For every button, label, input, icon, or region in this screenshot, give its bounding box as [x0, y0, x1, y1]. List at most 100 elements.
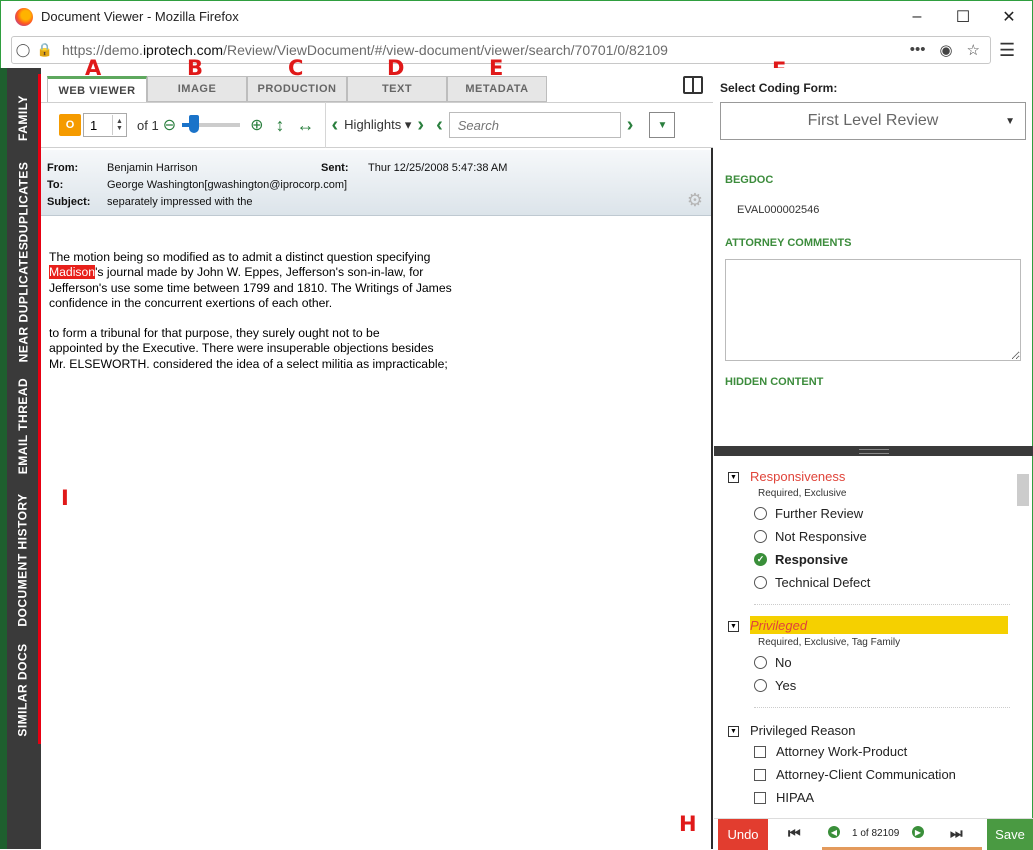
sidebar-item-family[interactable]: FAMILY [8, 78, 38, 158]
hamburger-menu-icon[interactable]: ☰ [999, 40, 1015, 61]
viewer-options-dropdown[interactable]: ▼ [649, 112, 676, 138]
group-divider [754, 604, 1010, 605]
document-viewer: WEB VIEWER IMAGE PRODUCTION TEXT METADAT… [41, 68, 713, 849]
pocket-icon[interactable]: ◉ [939, 41, 952, 59]
checkbox-icon[interactable] [754, 768, 766, 781]
coding-fields: ▼ Responsiveness Required, Exclusive Fur… [714, 456, 1033, 804]
coding-scrollbar[interactable] [1017, 474, 1029, 506]
zoom-in-icon[interactable]: ⊕ [250, 115, 263, 135]
highlight-next-icon[interactable]: › [417, 114, 424, 137]
search-next-icon[interactable]: › [627, 114, 634, 137]
checkmark-icon[interactable]: ✓ [754, 553, 767, 566]
split-layout-icon[interactable] [683, 76, 703, 94]
sidebar-item-email-thread[interactable]: EMAIL THREAD [8, 378, 38, 474]
maximize-button[interactable]: ☐ [940, 1, 986, 33]
highlight-prev-icon[interactable]: ‹ [332, 114, 339, 137]
radio-icon[interactable] [754, 530, 767, 543]
option-attorney-client[interactable]: Attorney-Client Communication [754, 767, 956, 782]
highlights-dropdown[interactable]: Highlights ▾ [344, 117, 411, 133]
radio-icon[interactable] [754, 576, 767, 589]
page-count-label: of 1 [137, 117, 159, 133]
search-input[interactable] [448, 112, 621, 138]
shield-icon[interactable]: ◯ [12, 42, 34, 58]
window-titlebar: Document Viewer - Mozilla Firefox – ☐ ✕ [0, 0, 1033, 32]
attorney-comments-field[interactable] [725, 259, 1021, 361]
option-no[interactable]: No [754, 655, 792, 670]
collapse-responsiveness-icon[interactable]: ▼ [728, 472, 739, 483]
outlook-file-icon: O [59, 114, 81, 136]
annotation-i: I [61, 486, 69, 510]
zoom-out-icon[interactable]: ⊖ [163, 115, 176, 135]
coding-form-select[interactable]: First Level Review ▼ [720, 102, 1026, 140]
radio-icon[interactable] [754, 679, 767, 692]
undo-button[interactable]: Undo [718, 819, 768, 850]
option-responsive[interactable]: ✓ Responsive [754, 552, 848, 567]
annotation-b: B [187, 56, 204, 80]
zoom-slider-thumb[interactable] [188, 115, 199, 133]
email-subject-row: Subject: separately impressed with the [47, 196, 253, 208]
annotation-h: H [679, 812, 697, 836]
responsiveness-sub: Required, Exclusive [758, 488, 847, 499]
doc-position: 1 of 82109 [852, 828, 900, 839]
window-title: Document Viewer - Mozilla Firefox [41, 9, 239, 24]
annotation-d: D [387, 56, 405, 80]
sidebar-item-document-history[interactable]: DOCUMENT HISTORY [8, 492, 38, 628]
sidebar-item-similar-docs[interactable]: SIMILAR DOCS [8, 640, 38, 740]
coding-form-label: Select Coding Form: [720, 81, 838, 95]
option-hipaa[interactable]: HIPAA [754, 790, 814, 804]
viewer-tabs: WEB VIEWER IMAGE PRODUCTION TEXT METADAT… [41, 68, 713, 102]
url-actions: ••• ◉ ☆ [910, 41, 990, 59]
coding-panel: Select Coding Form: First Level Review ▼… [714, 68, 1033, 850]
checkbox-icon[interactable] [754, 791, 766, 804]
page-spinner[interactable]: ▲ ▼ [112, 115, 126, 135]
annotation-e: E [489, 56, 504, 80]
first-doc-icon[interactable]: ⏮ [788, 825, 801, 842]
option-attorney-work-product[interactable]: Attorney Work-Product [754, 744, 907, 759]
sidebar-accent-strip [0, 68, 7, 849]
gear-icon[interactable]: ⚙ [687, 190, 703, 211]
collapse-privileged-icon[interactable]: ▼ [728, 621, 739, 632]
email-to-row: To: George Washington[gwashington@iproco… [47, 179, 348, 191]
email-header: From: Benjamin Harrison Sent: Thur 12/25… [41, 150, 711, 216]
checkbox-icon[interactable] [754, 745, 766, 758]
search-prev-icon[interactable]: ‹ [436, 114, 443, 137]
minimize-button[interactable]: – [894, 1, 940, 33]
responsiveness-title: Responsiveness [750, 469, 846, 484]
fit-width-icon[interactable]: ↔ [297, 115, 315, 136]
begdoc-label: BEGDOC [725, 174, 774, 186]
toolbar-divider [324, 102, 326, 148]
close-button[interactable]: ✕ [986, 1, 1032, 33]
next-doc-icon[interactable]: ▶ [912, 826, 924, 838]
option-further-review[interactable]: Further Review [754, 506, 863, 521]
search-hit-highlight: Madison [49, 265, 96, 280]
firefox-logo-icon [15, 7, 33, 26]
sidebar-item-duplicates[interactable]: DUPLICATES [8, 162, 38, 243]
save-button[interactable]: Save [987, 819, 1033, 850]
sidebar-item-near-duplicates[interactable]: NEAR DUPLICATES [8, 242, 38, 363]
option-not-responsive[interactable]: Not Responsive [754, 529, 867, 544]
url-text[interactable]: https://demo.iprotech.com/Review/ViewDoc… [62, 42, 668, 58]
fit-height-icon[interactable]: ↕ [276, 115, 285, 136]
last-doc-icon[interactable]: ⏭ [950, 825, 963, 842]
prev-doc-icon[interactable]: ◀ [828, 826, 840, 838]
privileged-title: Privileged [750, 618, 808, 633]
option-yes[interactable]: Yes [754, 678, 796, 693]
radio-icon[interactable] [754, 656, 767, 669]
collapse-privileged-reason-icon[interactable]: ▼ [728, 726, 739, 737]
begdoc-value: EVAL000002546 [737, 204, 820, 216]
radio-icon[interactable] [754, 507, 767, 520]
lock-icon[interactable]: 🔒 [34, 42, 56, 58]
viewer-toolbar: O 1 ▲▼ of 1 ⊖ ⊕ ↕ ↔ ‹ Highlights ▾ › ‹ ›… [41, 102, 713, 148]
panel-splitter[interactable] [714, 446, 1033, 456]
left-sidebar: FAMILY DUPLICATES NEAR DUPLICATES EMAIL … [0, 68, 41, 849]
window-controls: – ☐ ✕ [894, 1, 1032, 33]
document-body: The motion being so modified as to admit… [49, 250, 452, 371]
annotation-c: C [288, 56, 304, 80]
zoom-slider[interactable] [182, 115, 241, 133]
more-actions-icon[interactable]: ••• [910, 41, 926, 59]
page-number-input[interactable]: 1 ▲ ▼ [83, 113, 127, 137]
privileged-reason-title: Privileged Reason [750, 723, 856, 738]
option-technical-defect[interactable]: Technical Defect [754, 575, 870, 590]
chevron-down-icon: ▼ [1005, 116, 1015, 127]
bookmark-star-icon[interactable]: ☆ [967, 41, 980, 59]
